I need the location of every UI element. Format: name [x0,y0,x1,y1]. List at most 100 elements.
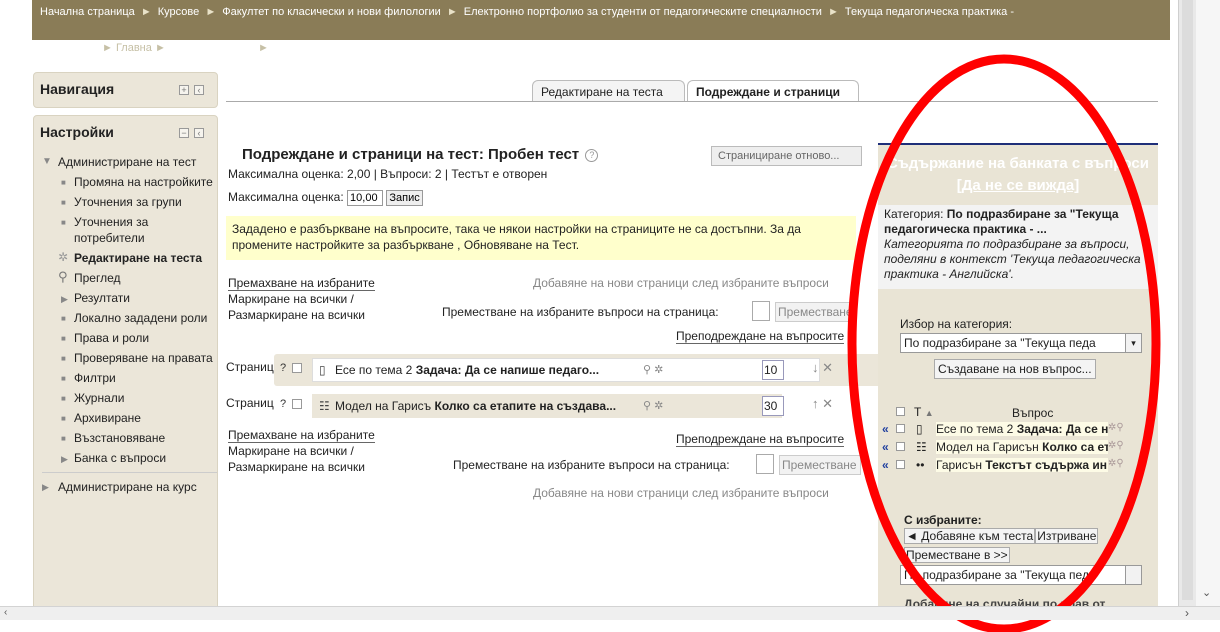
max-grade-row: Максимална оценка: Запис [228,190,423,206]
dock-icon[interactable]: − [179,128,189,138]
page-row: Страница 1 ? ▯ Есе по тема 2 Задача: Да … [226,354,884,386]
shuffle-notice: Зададено е разбъркване на въпросите, так… [226,216,856,260]
bullet-icon: ■ [61,218,66,227]
bullet-icon: ■ [61,314,66,323]
select-all-link[interactable]: Маркиране на всички / [228,444,354,458]
breadcrumb-trailing-separator: ► [258,42,269,54]
bullet-icon: ■ [61,334,66,343]
question-text: Есе по тема 2 Задача: Да се напише педаг… [335,363,600,377]
tree-course-admin[interactable]: ▶ Администриране на курс [42,479,217,495]
add-pages-button[interactable]: Добавяне на нови страници след избраните… [533,276,829,290]
tree-item-results[interactable]: ▶ Резултати [58,290,217,306]
tree-item-filters[interactable]: ■ Филтри [58,370,217,386]
tree-item-group-overrides[interactable]: ■ Уточнения за групи [58,194,217,210]
preview-edit-icons[interactable]: ⚲ ✲ [643,363,663,376]
tree-item-restore[interactable]: ■ Възстановяване [58,430,217,446]
move-to-page-label: Преместване на избраните въпроси на стра… [442,305,719,319]
move-up-icon[interactable]: ↑ ✕ [812,396,833,412]
question-number: ? [280,398,287,410]
tree-item-local-roles[interactable]: ■ Локално зададени роли [58,310,217,326]
scroll-left-icon[interactable]: ‹ [4,607,7,618]
tree-item-settings[interactable]: ■ Промяна на настройките [58,174,217,190]
breadcrumb: Начална страница ► Курсове ► Факултет по… [32,0,1170,40]
preview-edit-icons[interactable]: ⚲ ✲ [643,399,663,412]
scroll-down-icon[interactable]: ⌄ [1202,586,1211,599]
save-button[interactable]: Запис [386,190,423,206]
tab-order-pages[interactable]: Подреждане и страници [687,80,859,102]
settings-tree: ▼ Администриране на тест ■ Промяна на нас… [42,154,217,499]
add-pages-button[interactable]: Добавяне на нови страници след избраните… [533,486,829,500]
deselect-all-link[interactable]: Размаркиране на всички [228,460,365,474]
horizontal-scrollbar[interactable]: ‹ › [0,606,1220,620]
reorder-button[interactable]: Преподреждане на въпросите [676,329,845,344]
tree-item-user-overrides[interactable]: ■ Уточнения за потребители [58,214,217,246]
max-grade-input[interactable] [347,190,384,206]
question-slot: ? ☷ Модел на Гарисъ Колко са етапите на … [274,390,884,422]
collapse-icon[interactable]: ‹ [194,128,204,138]
repaginate-button[interactable]: Странициране отново... [711,146,862,166]
move-page-input[interactable] [756,454,774,474]
settings-block: Настройки − ‹ ▼ Администриране на тест ■… [33,115,218,610]
bullet-icon: ■ [61,414,66,423]
annotation-ellipse [847,54,1161,632]
multichoice-icon: ☷ [319,399,330,413]
vertical-scroll-rail: ⌄ [1196,0,1220,606]
divider [42,472,217,473]
bullet-icon: ■ [61,434,66,443]
order-input[interactable]: 30 [762,396,784,416]
navigation-block: Навигация + ‹ [33,72,218,108]
move-page-input[interactable] [752,301,770,321]
remove-selected-button[interactable]: Премахване на избраните [228,428,375,443]
gear-icon: ✲ [58,250,69,264]
breadcrumb-home[interactable]: Начална страница [40,6,135,18]
bullet-icon: ■ [61,374,66,383]
breadcrumb-separator: ► [140,6,152,18]
tree-item-question-bank[interactable]: ▶ Банка с въпроси [58,450,217,466]
breadcrumb-portfolio[interactable]: Електронно портфолио за студенти от педа… [464,6,822,18]
tree-quiz-admin[interactable]: ▼ Администриране на тест [42,154,217,170]
tree-item-check-permissions[interactable]: ■ Проверяване на правата [58,350,217,366]
select-all-link[interactable]: Маркиране на всички / [228,292,354,306]
collapse-icon[interactable]: ‹ [194,85,204,95]
quiz-status: Максимална оценка: 2,00 | Въпроси: 2 | Т… [228,167,548,181]
expanded-arrow-icon: ▼ [42,156,52,167]
question-text: Модел на Гарисъ Колко са етапите на създ… [335,399,617,413]
breadcrumb-faculty[interactable]: Факултет по класически и нови филологии [222,6,440,18]
breadcrumb-courses[interactable]: Курсове [158,6,199,18]
tab-edit-quiz[interactable]: Редактиране на теста [532,80,685,102]
dock-icon[interactable]: + [179,85,189,95]
question-checkbox[interactable] [292,363,302,373]
bullet-icon: ■ [61,178,66,187]
breadcrumb-separator: ► [446,6,458,18]
question-checkbox[interactable] [292,399,302,409]
scrollbar-thumb[interactable] [1182,0,1193,600]
move-down-icon[interactable]: ↓ ✕ [812,360,833,376]
collapsed-arrow-icon: ▶ [61,454,68,464]
question-box: ▯ Есе по тема 2 Задача: Да се напише пед… [312,358,820,382]
breadcrumb-separator: ► [205,6,217,18]
tree-item-logs[interactable]: ■ Журнали [58,390,217,406]
tree-item-backup[interactable]: ■ Архивиране [58,410,217,426]
move-to-page-label: Преместване на избраните въпроси на стра… [453,458,730,472]
move-button[interactable]: Преместване [775,302,853,322]
breadcrumb-main[interactable]: ► Главна ► [102,42,166,54]
collapsed-arrow-icon: ▶ [61,294,68,304]
deselect-all-link[interactable]: Размаркиране на всички [228,308,365,322]
reorder-button[interactable]: Преподреждане на въпросите [676,432,845,447]
bullet-icon: ■ [61,394,66,403]
help-icon[interactable]: ? [585,148,599,162]
question-box: ☷ Модел на Гарисъ Колко са етапите на съ… [312,394,782,418]
essay-icon: ▯ [319,363,326,377]
collapsed-arrow-icon: ▶ [42,482,49,492]
tree-item-preview[interactable]: ⚲ Преглед [58,269,217,286]
vertical-scrollbar[interactable] [1178,0,1196,606]
scroll-right-icon[interactable]: › [1185,606,1189,620]
tree-item-edit-quiz[interactable]: ✲ Редактиране на теста [58,250,217,266]
bullet-icon: ■ [61,198,66,207]
breadcrumb-course[interactable]: Текуща педагогическа практика - [845,6,1014,18]
remove-selected-button[interactable]: Премахване на избраните [228,276,375,291]
order-input[interactable]: 10 [762,360,784,380]
question-number: ? [280,362,287,374]
tree-item-permissions[interactable]: ■ Права и роли [58,330,217,346]
bullet-icon: ■ [61,354,66,363]
